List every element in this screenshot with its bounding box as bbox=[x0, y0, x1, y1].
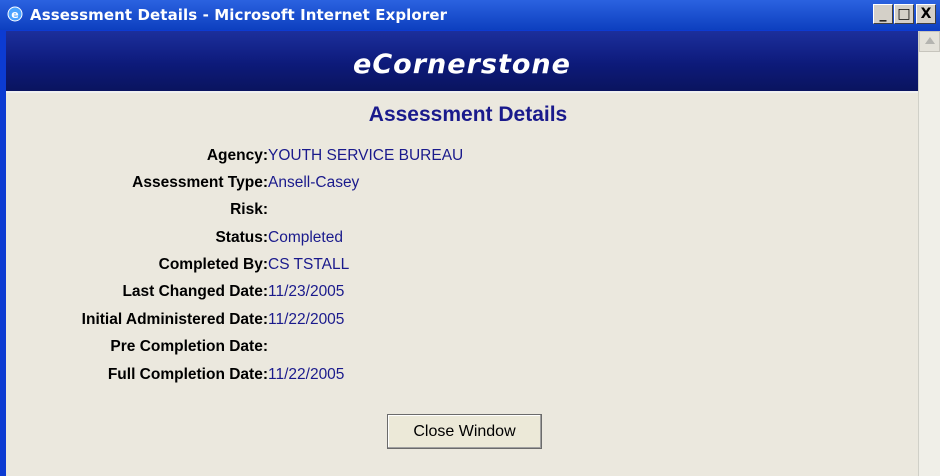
field-label: Risk: bbox=[230, 201, 268, 218]
field-value: 11/23/2005 bbox=[268, 283, 345, 300]
field-row-initial-administered-date: Initial Administered Date: 11/22/2005 bbox=[6, 309, 918, 331]
field-row-completed-by: Completed By: CS TSTALL bbox=[6, 254, 918, 276]
scroll-up-button[interactable] bbox=[919, 31, 940, 52]
field-row-status: Status: Completed bbox=[6, 227, 918, 249]
brand-logo-text: eCornerstone bbox=[353, 49, 571, 80]
field-row-last-changed-date: Last Changed Date: 11/23/2005 bbox=[6, 281, 918, 303]
field-label: Assessment Type: bbox=[132, 174, 268, 191]
page-title: Assessment Details bbox=[368, 103, 568, 126]
page-content: eCornerstone Assessment Details Agency: … bbox=[6, 31, 918, 476]
field-label: Status: bbox=[215, 229, 268, 246]
maximize-button[interactable]: □ bbox=[894, 4, 914, 24]
field-row-risk: Risk: bbox=[6, 199, 918, 221]
field-value: Completed bbox=[268, 229, 343, 246]
field-row-agency: Agency: YOUTH SERVICE BUREAU bbox=[6, 145, 918, 167]
close-window-x-button[interactable]: X bbox=[916, 4, 936, 24]
field-value: Ansell-Casey bbox=[268, 174, 360, 191]
field-value: YOUTH SERVICE BUREAU bbox=[268, 147, 464, 164]
browser-window: e Assessment Details - Microsoft Interne… bbox=[0, 0, 940, 476]
arrow-up-icon bbox=[925, 37, 935, 44]
field-value: CS TSTALL bbox=[268, 256, 350, 273]
field-row-pre-completion-date: Pre Completion Date: bbox=[6, 336, 918, 358]
field-value: 11/22/2005 bbox=[268, 311, 345, 328]
field-row-assessment-type: Assessment Type: Ansell-Casey bbox=[6, 172, 918, 194]
field-row-full-completion-date: Full Completion Date: 11/22/2005 bbox=[6, 364, 918, 386]
field-label: Pre Completion Date: bbox=[110, 338, 268, 355]
field-value: 11/22/2005 bbox=[268, 366, 345, 383]
field-label: Initial Administered Date: bbox=[81, 311, 268, 328]
vertical-scrollbar[interactable] bbox=[918, 31, 940, 476]
field-label: Agency: bbox=[206, 147, 268, 164]
field-label: Last Changed Date: bbox=[122, 283, 268, 300]
field-label: Completed By: bbox=[158, 256, 268, 273]
close-window-button[interactable]: Close Window bbox=[387, 414, 542, 449]
title-bar[interactable]: e Assessment Details - Microsoft Interne… bbox=[0, 0, 940, 30]
svg-text:e: e bbox=[11, 8, 18, 21]
field-label: Full Completion Date: bbox=[107, 366, 268, 383]
window-title: Assessment Details - Microsoft Internet … bbox=[30, 6, 448, 24]
minimize-button[interactable]: _ bbox=[873, 4, 893, 24]
header-banner: eCornerstone bbox=[6, 31, 918, 93]
internet-explorer-icon: e bbox=[7, 6, 23, 22]
